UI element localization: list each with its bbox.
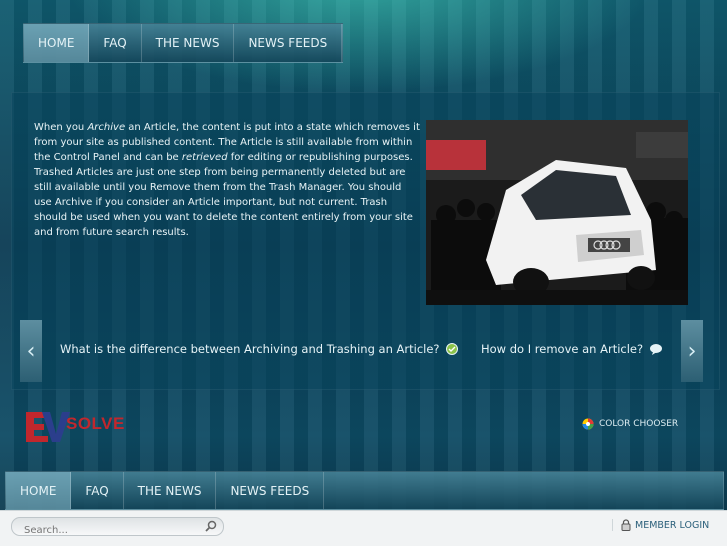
chevron-right-icon: ›: [687, 338, 697, 364]
nav-item-faq[interactable]: FAQ: [89, 24, 142, 62]
article-photo: [426, 120, 688, 305]
car-photo-illustration: [426, 120, 688, 305]
article-text: When you Archive an Article, the content…: [34, 120, 420, 240]
chevron-left-icon: ‹: [26, 338, 36, 364]
search-input[interactable]: [12, 522, 204, 539]
member-login-button[interactable]: MEMBER LOGIN: [612, 519, 709, 531]
nav-item-home[interactable]: HOME: [24, 24, 90, 62]
search-icon[interactable]: [205, 520, 217, 532]
nav-item-the-news[interactable]: THE NEWS: [142, 24, 235, 62]
slider-prev-button[interactable]: ‹: [20, 320, 42, 382]
slide-link-archiving-vs-trashing[interactable]: What is the difference between Archiving…: [60, 342, 458, 356]
member-login-label: MEMBER LOGIN: [635, 519, 710, 531]
nav-item-the-news[interactable]: THE NEWS: [124, 472, 217, 509]
color-chooser-label: COLOR CHOOSER: [599, 419, 679, 429]
slide-link-label: What is the difference between Archiving…: [60, 342, 440, 356]
color-chooser-button[interactable]: COLOR CHOOSER: [582, 418, 678, 430]
check-badge-icon: [445, 343, 458, 355]
lock-icon: [621, 519, 631, 531]
article-emphasis-archive: Archive: [87, 122, 126, 133]
slide-link-remove-article[interactable]: How do I remove an Article?: [481, 342, 663, 356]
search-box: [11, 517, 224, 539]
article-text-part: When you: [34, 122, 88, 133]
logo-text: SOLVE: [66, 414, 125, 433]
speech-bubble-icon: [650, 344, 663, 355]
top-nav: HOME FAQ THE NEWS NEWS FEEDS: [23, 23, 344, 63]
color-wheel-icon: [582, 418, 594, 430]
slider-next-button[interactable]: ›: [681, 320, 703, 382]
site-logo[interactable]: SOLVE: [26, 410, 134, 444]
article-emphasis-retrieved: retrieved: [181, 152, 228, 163]
article-text-part: for editing or republishing purposes. Tr…: [34, 152, 413, 238]
nav-item-home[interactable]: HOME: [6, 472, 72, 509]
nav-item-news-feeds[interactable]: NEWS FEEDS: [216, 472, 325, 509]
bottom-nav: HOME FAQ THE NEWS NEWS FEEDS: [5, 471, 724, 510]
nav-item-news-feeds[interactable]: NEWS FEEDS: [234, 24, 343, 62]
slide-link-label: How do I remove an Article?: [481, 342, 644, 356]
nav-item-faq[interactable]: FAQ: [71, 472, 124, 509]
